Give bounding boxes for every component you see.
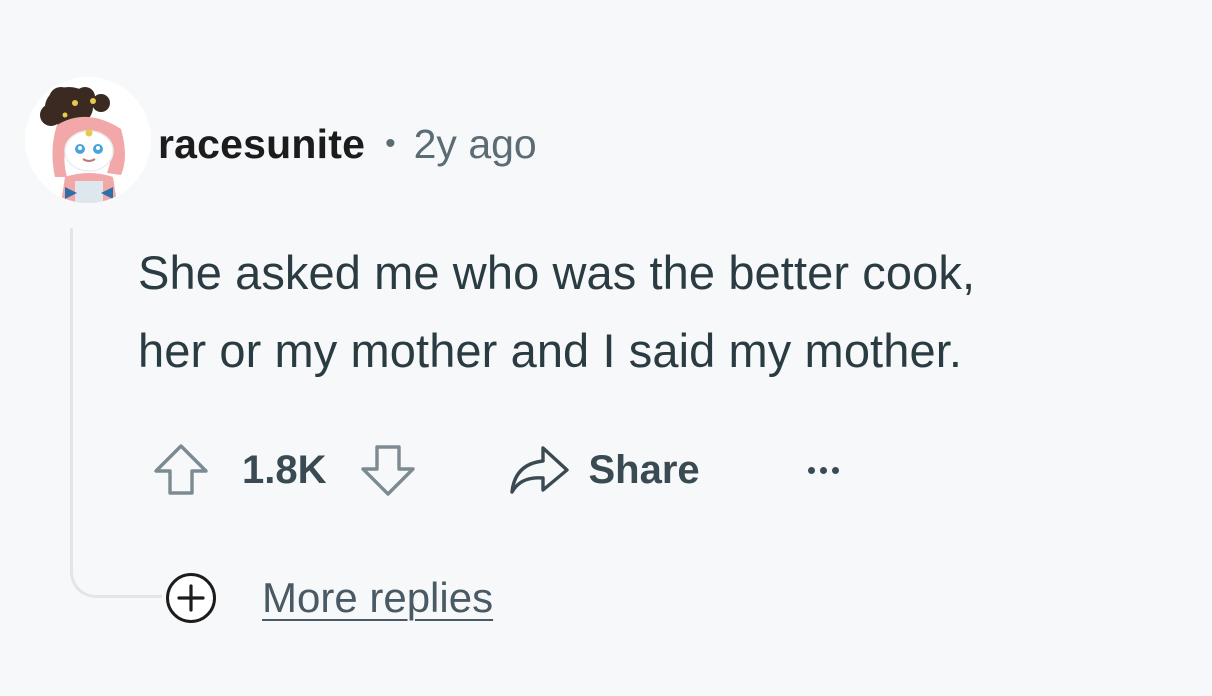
avatar-image bbox=[25, 77, 151, 203]
comment-body: She asked me who was the better cook, he… bbox=[138, 234, 1198, 390]
more-options-button[interactable] bbox=[807, 466, 839, 474]
share-button[interactable]: Share bbox=[507, 442, 700, 498]
expand-replies-button[interactable] bbox=[164, 571, 218, 625]
arrow-up-icon bbox=[154, 444, 208, 495]
ellipsis-icon-dot bbox=[831, 466, 839, 474]
meta-separator: • bbox=[385, 127, 396, 160]
arrow-down-icon bbox=[360, 445, 415, 496]
more-replies-link[interactable]: More replies bbox=[262, 574, 493, 622]
comment-body-line: She asked me who was the better cook, bbox=[138, 246, 976, 299]
avatar[interactable] bbox=[25, 77, 151, 203]
ellipsis-icon-dot bbox=[819, 466, 827, 474]
comment: racesunite • 2y ago She asked me who was… bbox=[0, 0, 1212, 696]
comment-body-line: her or my mother and I said my mother. bbox=[138, 324, 963, 377]
more-replies-row: More replies bbox=[164, 568, 494, 628]
share-label: Share bbox=[588, 447, 700, 492]
vote-count: 1.8K bbox=[242, 447, 327, 492]
downvote-button[interactable] bbox=[357, 441, 419, 499]
comment-header: racesunite • 2y ago bbox=[158, 116, 537, 172]
upvote-button[interactable] bbox=[150, 441, 212, 499]
ellipsis-icon bbox=[807, 466, 815, 474]
timestamp[interactable]: 2y ago bbox=[414, 121, 537, 168]
share-arrow-icon bbox=[509, 446, 569, 494]
plus-circle-icon bbox=[166, 573, 216, 623]
comment-actions: 1.8K Share bbox=[150, 440, 839, 500]
username[interactable]: racesunite bbox=[158, 121, 365, 168]
